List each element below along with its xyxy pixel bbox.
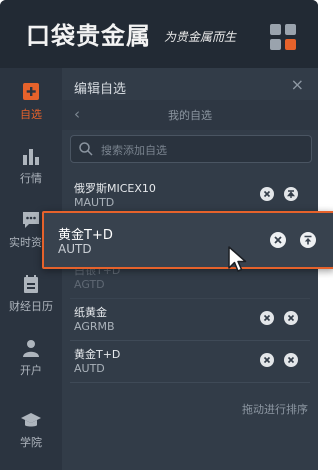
item-name: 俄罗斯MICEX10	[74, 182, 156, 195]
move-to-top-icon[interactable]	[284, 311, 298, 325]
item-code: AGTD	[74, 278, 105, 291]
graduation-cap-icon	[21, 413, 41, 427]
delete-icon[interactable]	[260, 353, 274, 367]
move-to-top-icon[interactable]	[300, 232, 316, 248]
delete-icon[interactable]	[270, 232, 286, 248]
sidebar-item-market[interactable]: 行情	[0, 138, 62, 202]
sub-header: ‹ 我的自选	[62, 100, 318, 130]
bar-chart-icon	[23, 149, 39, 165]
sidebar-item-label: 自选	[20, 108, 42, 121]
app-grid-icon[interactable]	[270, 24, 296, 50]
app-logo: 口袋贵金属	[26, 22, 151, 50]
dragging-list-item[interactable]: 黄金T+D AUTD	[42, 211, 333, 269]
grid-cell	[270, 24, 281, 35]
delete-icon[interactable]	[260, 187, 274, 201]
move-to-top-icon[interactable]	[284, 353, 298, 367]
item-code: AUTD	[58, 242, 92, 256]
sidebar-item-watchlist[interactable]: 自选	[0, 74, 62, 138]
item-code: MAUTD	[74, 196, 115, 209]
list-item[interactable]: 黄金T+D AUTD	[70, 342, 310, 383]
sort-hint: 拖动进行排序	[242, 403, 308, 416]
search-box[interactable]	[70, 135, 312, 163]
sidebar-item-label: 行情	[20, 172, 42, 185]
delete-icon[interactable]	[260, 311, 274, 325]
app-slogan: 为贵金属而生	[164, 30, 237, 44]
panel-title: 编辑自选	[74, 82, 127, 97]
person-icon	[23, 340, 39, 357]
sidebar-item-calendar[interactable]: 财经日历	[0, 266, 62, 330]
grid-cell	[285, 24, 296, 35]
search-input[interactable]	[99, 140, 303, 160]
item-name: 纸黄金	[74, 306, 107, 319]
sidebar-item-academy[interactable]: 学院	[0, 402, 62, 466]
item-code: AUTD	[74, 362, 105, 375]
plus-square-icon	[23, 83, 39, 100]
sidebar-item-label: 学院	[20, 436, 42, 449]
search-icon	[79, 142, 93, 156]
move-to-top-icon[interactable]	[284, 187, 298, 201]
edit-watchlist-panel: 编辑自选 × ‹ 我的自选 俄罗斯MICEX10 MAUTD 白银T+D AGT…	[62, 68, 318, 470]
list-item[interactable]: 纸黄金 AGRMB	[70, 300, 310, 341]
close-icon[interactable]: ×	[291, 75, 304, 94]
chat-bubble-icon	[23, 212, 39, 228]
sidebar-item-label: 开户	[20, 364, 42, 377]
item-code: AGRMB	[74, 320, 115, 333]
item-name: 黄金T+D	[74, 348, 121, 361]
calendar-icon	[24, 275, 38, 293]
grid-cell	[270, 39, 281, 50]
sidebar-item-label: 财经日历	[9, 300, 53, 313]
app-header: 口袋贵金属 为贵金属而生	[0, 0, 318, 68]
mouse-cursor-icon	[228, 246, 247, 272]
grid-cell-accent	[285, 39, 296, 50]
item-name: 黄金T+D	[58, 228, 113, 243]
sub-header-title: 我的自选	[168, 109, 212, 122]
sidebar-item-open-account[interactable]: 开户	[0, 330, 62, 394]
sidebar: 自选 行情 实时资讯 财经日历 开户 学院	[0, 68, 62, 470]
